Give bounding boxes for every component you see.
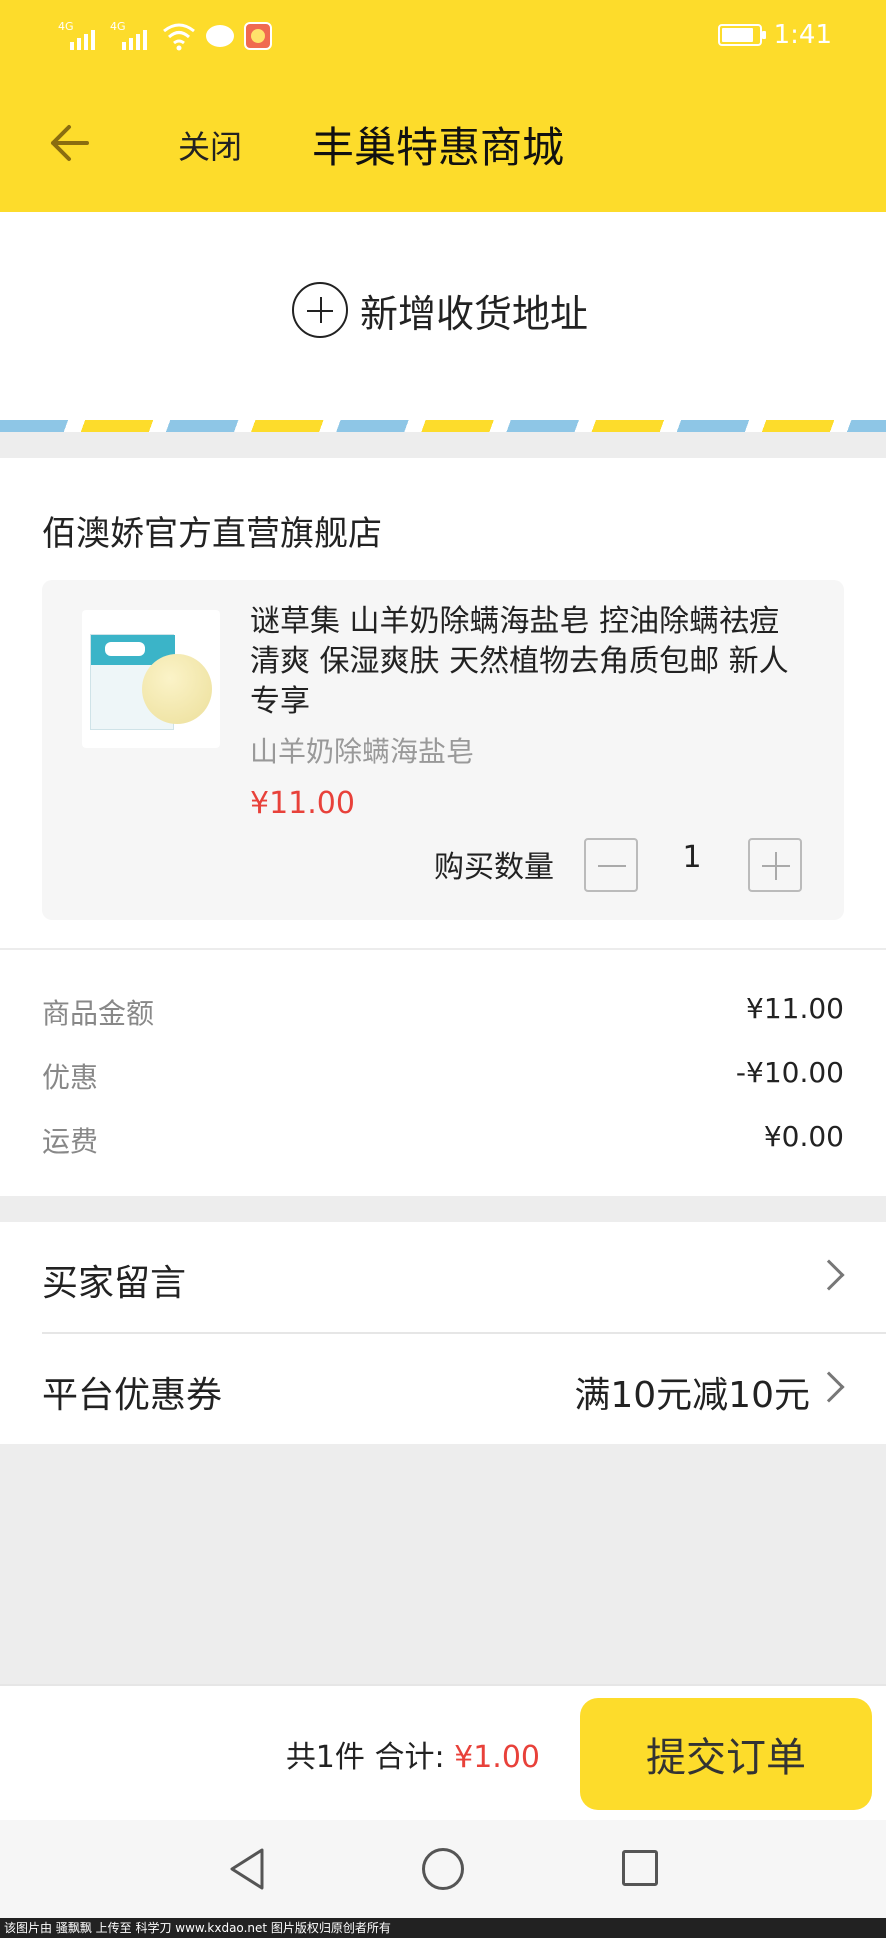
back-button[interactable] <box>44 118 94 168</box>
platform-coupon-value: 满10元减10元 <box>574 1375 810 1416</box>
summary-row-shipping: 运费 ¥0.00 <box>42 1120 844 1160</box>
quantity-value: 1 <box>682 840 702 875</box>
status-bar: 4G 4G 1:41 <box>0 0 886 76</box>
add-address-label: 新增收货地址 <box>360 291 589 336</box>
close-button[interactable]: 关闭 <box>178 122 242 168</box>
plus-circle-icon <box>292 282 348 338</box>
nav-back-icon[interactable] <box>226 1846 266 1892</box>
chat-bubble-icon <box>206 25 234 47</box>
quantity-increase-button[interactable] <box>748 838 802 892</box>
product-price: ¥11.00 <box>250 786 355 821</box>
summary-label: 商品金额 <box>42 997 155 1030</box>
status-time: 1:41 <box>773 20 832 50</box>
address-section: 新增收货地址 <box>0 212 886 422</box>
platform-coupon-label: 平台优惠券 <box>42 1375 223 1416</box>
summary-value: -¥10.00 <box>735 1056 844 1089</box>
summary-label: 运费 <box>42 1125 99 1158</box>
nav-recent-apps-icon[interactable] <box>622 1850 658 1886</box>
system-nav-bar <box>0 1820 886 1918</box>
quantity-label: 购买数量 <box>434 850 554 885</box>
buyer-message-label: 买家留言 <box>42 1263 187 1304</box>
page-title: 丰巢特惠商城 <box>312 123 565 172</box>
total-label: 合计: <box>374 1740 445 1775</box>
product-title: 谜草集 山羊奶除螨海盐皂 控油除螨祛痘清爽 保湿爽肤 天然植物去角质包邮 新人专… <box>250 604 789 719</box>
order-options: 买家留言 平台优惠券 满10元减10元 <box>0 1222 886 1444</box>
summary-value: ¥11.00 <box>746 992 844 1025</box>
store-section: 佰澳娇官方直营旗舰店 谜草集 山羊奶除螨海盐皂 控油除螨祛痘清爽 保湿爽肤 天然… <box>0 458 886 948</box>
platform-coupon-row[interactable]: 平台优惠券 满10元减10元 <box>42 1334 845 1444</box>
price-summary: 商品金额 ¥11.00 优惠 -¥10.00 运费 ¥0.00 <box>0 948 886 1196</box>
envelope-stripe-divider <box>0 420 886 432</box>
product-variant: 山羊奶除螨海盐皂 <box>250 735 475 768</box>
summary-row-subtotal: 商品金额 ¥11.00 <box>42 992 844 1032</box>
order-total: 共1件 合计: ¥1.00 <box>286 1732 540 1776</box>
arrow-left-icon <box>51 125 89 161</box>
status-icons-right: 1:41 <box>717 20 832 50</box>
cell-signal-icon: 4G <box>58 20 100 52</box>
wifi-icon <box>163 23 195 51</box>
battery-icon <box>717 24 766 46</box>
app-notification-icon <box>244 22 272 50</box>
buyer-message-row[interactable]: 买家留言 <box>42 1222 845 1332</box>
summary-value: ¥0.00 <box>763 1120 844 1153</box>
status-icons-left: 4G 4G <box>58 20 272 52</box>
nav-home-icon[interactable] <box>422 1848 464 1890</box>
store-name: 佰澳娇官方直营旗舰店 <box>42 514 382 554</box>
submit-order-button[interactable]: 提交订单 <box>580 1698 872 1810</box>
checkout-bar: 共1件 合计: ¥1.00 提交订单 <box>0 1684 886 1820</box>
summary-row-discount: 优惠 -¥10.00 <box>42 1056 844 1096</box>
chevron-right-icon <box>813 1371 845 1403</box>
watermark-text: 该图片由 骚飘飘 上传至 科学刀 www.kxdao.net 图片版权归原创者所… <box>0 1918 886 1938</box>
total-amount: ¥1.00 <box>454 1740 540 1775</box>
nav-bar: 关闭 丰巢特惠商城 <box>0 100 886 190</box>
chevron-right-icon <box>813 1259 845 1291</box>
battery-level <box>721 28 753 42</box>
quantity-decrease-button[interactable] <box>584 838 638 892</box>
item-count: 共1件 <box>285 1740 365 1775</box>
app-header: 4G 4G 1:41 关闭 丰巢特惠商城 <box>0 0 886 212</box>
summary-label: 优惠 <box>42 1061 99 1094</box>
product-image[interactable] <box>82 610 220 748</box>
cell-signal-icon: 4G <box>110 20 152 52</box>
add-address-button[interactable]: 新增收货地址 <box>292 282 588 338</box>
product-card: 谜草集 山羊奶除螨海盐皂 控油除螨祛痘清爽 保湿爽肤 天然植物去角质包邮 新人专… <box>42 580 844 920</box>
